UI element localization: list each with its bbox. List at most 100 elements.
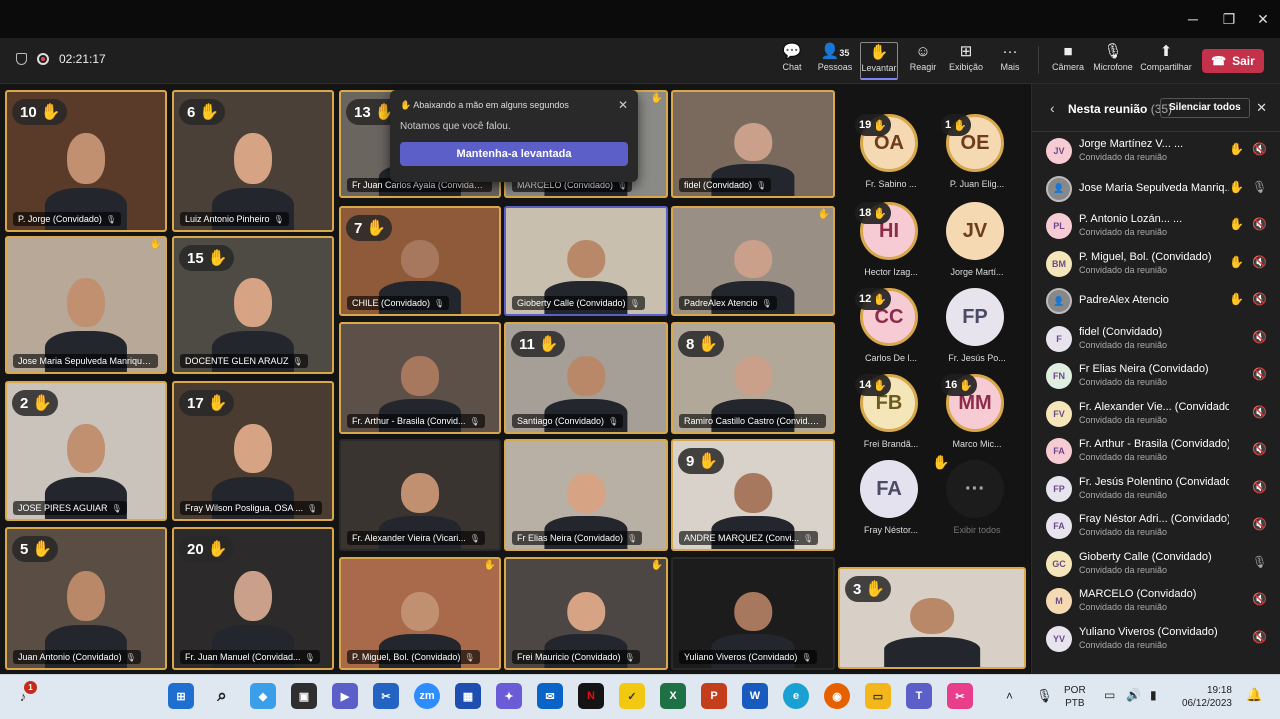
participant-row[interactable]: FV Fr. Alexander Vie... (Convidado) Convid… — [1032, 395, 1280, 433]
react-button[interactable]: ☺ Reagir — [906, 42, 940, 80]
notification-bell-icon[interactable]: 🔔 — [1246, 687, 1262, 703]
chevron-up-icon[interactable]: ˄ — [1006, 689, 1013, 703]
phone-hangup-icon: ☎ — [1211, 54, 1227, 68]
close-panel-icon[interactable]: ✕ — [1256, 100, 1267, 116]
more-button[interactable]: ··· Mais — [996, 42, 1024, 80]
mail-icon[interactable]: ✉ — [537, 683, 563, 709]
video-tile[interactable]: Frei Mauricio (Convidado) 🎙 ✋ — [504, 557, 668, 670]
participant-row[interactable]: Ffidel (Convidado) Convidado da reunião 🔇 — [1032, 320, 1280, 358]
hand-icon: ✋ — [1229, 254, 1244, 269]
video-tile[interactable]: Ramiro Castillo Castro (Convid...🎙 8✋ — [671, 322, 835, 434]
people-button[interactable]: 👤35 Pessoas — [814, 42, 856, 80]
video-app-icon[interactable]: ▶ — [332, 683, 358, 709]
video-tile[interactable]: JOSE PIRES AGUIAR 🎙 2 ✋ — [5, 381, 167, 521]
video-tile[interactable]: P. Miguel, Bol. (Convidado) 🎙 ✋ — [339, 557, 501, 670]
microphone-button[interactable]: 🎙 Microfone — [1092, 42, 1134, 80]
chat-button[interactable]: 💬 Chat — [776, 42, 808, 80]
close-window-icon[interactable]: ✕ — [1252, 8, 1274, 30]
mute-all-button[interactable]: Silenciar todos — [1160, 98, 1250, 118]
microphone-tray-icon[interactable]: 🎙 — [1036, 688, 1053, 704]
video-tile[interactable]: DOCENTE GLEN ARAUZ 🎙 15 ✋ — [172, 236, 334, 374]
copilot-app-icon[interactable]: ✦ — [496, 683, 522, 709]
snipping-tool-icon[interactable]: ✂ — [373, 683, 399, 709]
show-all-button[interactable]: ··· Exibir todos ✋ — [928, 454, 1032, 550]
video-tile[interactable]: Jose Maria Sepulveda Manrique🎙 ✋ — [5, 236, 167, 374]
participant-row[interactable]: 👤 PadreAlex Atencio ✋ 🔇 — [1032, 282, 1280, 320]
participant-row[interactable]: PL P. Antonio Lozán... ... Convidado da re… — [1032, 207, 1280, 245]
search-icon[interactable]: ⌕ — [209, 683, 235, 709]
maximize-icon[interactable]: ❐ — [1218, 8, 1240, 30]
video-tile[interactable]: Fr. Juan Manuel (Convidad... 🎙 20 ✋ — [172, 527, 334, 670]
zoom-icon[interactable]: zm — [414, 683, 440, 709]
netflix-icon[interactable]: N — [578, 683, 604, 709]
leave-button[interactable]: ☎ Sair — [1202, 49, 1264, 73]
clock-time: 19:18 — [1206, 685, 1232, 696]
snip-sketch-icon[interactable]: ✂ — [947, 683, 973, 709]
language-indicator[interactable]: POR PTB — [1064, 684, 1086, 710]
todo-app-icon[interactable]: ✓ — [619, 683, 645, 709]
mic-muted-icon: 🔇 — [1252, 217, 1267, 231]
participant-avatar-tile[interactable]: FP Fr. Jesús Po... — [928, 288, 1032, 378]
notification-app-icon[interactable]: ♪ 1 — [10, 681, 37, 709]
start-icon[interactable]: ⊞ — [168, 683, 194, 709]
video-tile[interactable]: Yuliano Viveros (Convidado) 🎙 — [671, 557, 835, 670]
task-view-icon[interactable]: ▣ — [291, 683, 317, 709]
edge-icon[interactable]: e — [783, 683, 809, 709]
participant-row[interactable]: 👤 Jose Maria Sepulveda Manriq... ✋ 🎙 — [1032, 170, 1280, 208]
video-tile[interactable]: ANDRE MARQUEZ (Convi... 🎙 9 ✋ — [671, 439, 835, 551]
video-tile[interactable]: Fr Elias Neira (Convidado) 🎙 — [504, 439, 668, 551]
hand-order: 11 — [519, 335, 535, 353]
video-tile[interactable]: 3 ✋ — [838, 567, 1026, 669]
camera-button[interactable]: ■ Câmera — [1050, 42, 1086, 80]
network-icon[interactable]: ▭ — [1104, 688, 1115, 702]
video-tile[interactable]: P. Jorge (Convidado) 🎙 10 ✋ — [5, 90, 167, 232]
video-tile[interactable]: Fr. Alexander Vieira (Vicari... 🎙 — [339, 439, 501, 551]
copilot-icon[interactable]: ◆ — [250, 683, 276, 709]
volume-icon[interactable]: 🔊 — [1126, 688, 1141, 702]
view-button[interactable]: ⊞ Exibição — [946, 42, 986, 80]
video-tile[interactable]: fidel (Convidado) 🎙 — [671, 90, 835, 198]
participant-row[interactable]: YV Yuliano Viveros (Convidado) Convidado d… — [1032, 620, 1280, 658]
teams-icon[interactable]: T — [906, 683, 932, 709]
hand-icon: ✋ — [400, 100, 412, 110]
video-tile[interactable]: Fray Wilson Posligua, OSA ... 🎙 17 ✋ — [172, 381, 334, 521]
participant-row[interactable]: M MARCELO (Convidado) Convidado da reunião… — [1032, 582, 1280, 620]
participant-name: Juan Antonio (Convidado) — [18, 652, 122, 662]
clock[interactable]: 19:18 06/12/2023 — [1180, 684, 1232, 710]
minimize-icon[interactable]: ─ — [1182, 8, 1204, 30]
participant-row[interactable]: JV Jorge Martínez V... ... Convidado da re… — [1032, 132, 1280, 170]
store-icon[interactable]: ▦ — [455, 683, 481, 709]
battery-icon[interactable]: ▮ — [1150, 688, 1157, 702]
participant-avatar-tile[interactable]: JV Jorge Martí... — [928, 202, 1032, 292]
file-explorer-icon[interactable]: ▭ — [865, 683, 891, 709]
participant-row[interactable]: FA Fr. Arthur - Brasila (Convidado) Convid… — [1032, 432, 1280, 470]
video-tile[interactable]: CHILE (Convidado) 🎙 7 ✋ — [339, 206, 501, 316]
raised-hand-badge: 1 ✋ — [941, 114, 971, 136]
video-tile[interactable]: Santiago (Convidado) 🎙 11 ✋ — [504, 322, 668, 434]
participant-avatar-tile[interactable]: OE P. Juan Elig... 1 ✋ — [928, 114, 1032, 204]
participant-row[interactable]: FN Fr Elias Neira (Convidado) Convidado da… — [1032, 357, 1280, 395]
video-tile[interactable]: Juan Antonio (Convidado) 🎙 5 ✋ — [5, 527, 167, 670]
participant-avatar: M — [1046, 588, 1072, 614]
word-icon[interactable]: W — [742, 683, 768, 709]
participant-name-label: P. Jorge (Convidado) 🎙 — [13, 212, 122, 226]
people-count: 35 — [839, 48, 850, 58]
powerpoint-icon[interactable]: P — [701, 683, 727, 709]
video-tile[interactable]: Fr. Arthur - Brasila (Convid... 🎙 — [339, 322, 501, 434]
keep-raised-button[interactable]: Mantenha-a levantada — [400, 142, 628, 166]
participant-row[interactable]: BM P. Miguel, Bol. (Convidado) Convidado d… — [1032, 245, 1280, 283]
close-icon[interactable]: ✕ — [618, 98, 628, 112]
back-icon[interactable]: ‹ — [1050, 100, 1055, 116]
video-tile[interactable]: PadreAlex Atencio 🎙 ✋ — [671, 206, 835, 316]
participant-row[interactable]: FP Fr. Jesús Polentino (Convidado) Convida… — [1032, 470, 1280, 508]
raise-hand-button[interactable]: ✋ Levantar — [860, 42, 898, 80]
participant-row[interactable]: FA Fray Néstor Adri... (Convidado) Convida… — [1032, 507, 1280, 545]
share-button[interactable]: ⬆ Compartilhar — [1140, 42, 1192, 80]
video-tile[interactable]: Luiz Antonio Pinheiro 🎙 6 ✋ — [172, 90, 334, 232]
toolbar-divider — [1038, 46, 1039, 74]
firefox-icon[interactable]: ◉ — [824, 683, 850, 709]
participant-row[interactable]: GC Gioberty Calle (Convidado) Convidado da… — [1032, 545, 1280, 583]
video-tile[interactable]: Gioberty Calle (Convidado) 🎙 — [504, 206, 668, 316]
excel-icon[interactable]: X — [660, 683, 686, 709]
participant-avatar-tile[interactable]: MM Marco Mic... 16 ✋ — [928, 374, 1032, 464]
